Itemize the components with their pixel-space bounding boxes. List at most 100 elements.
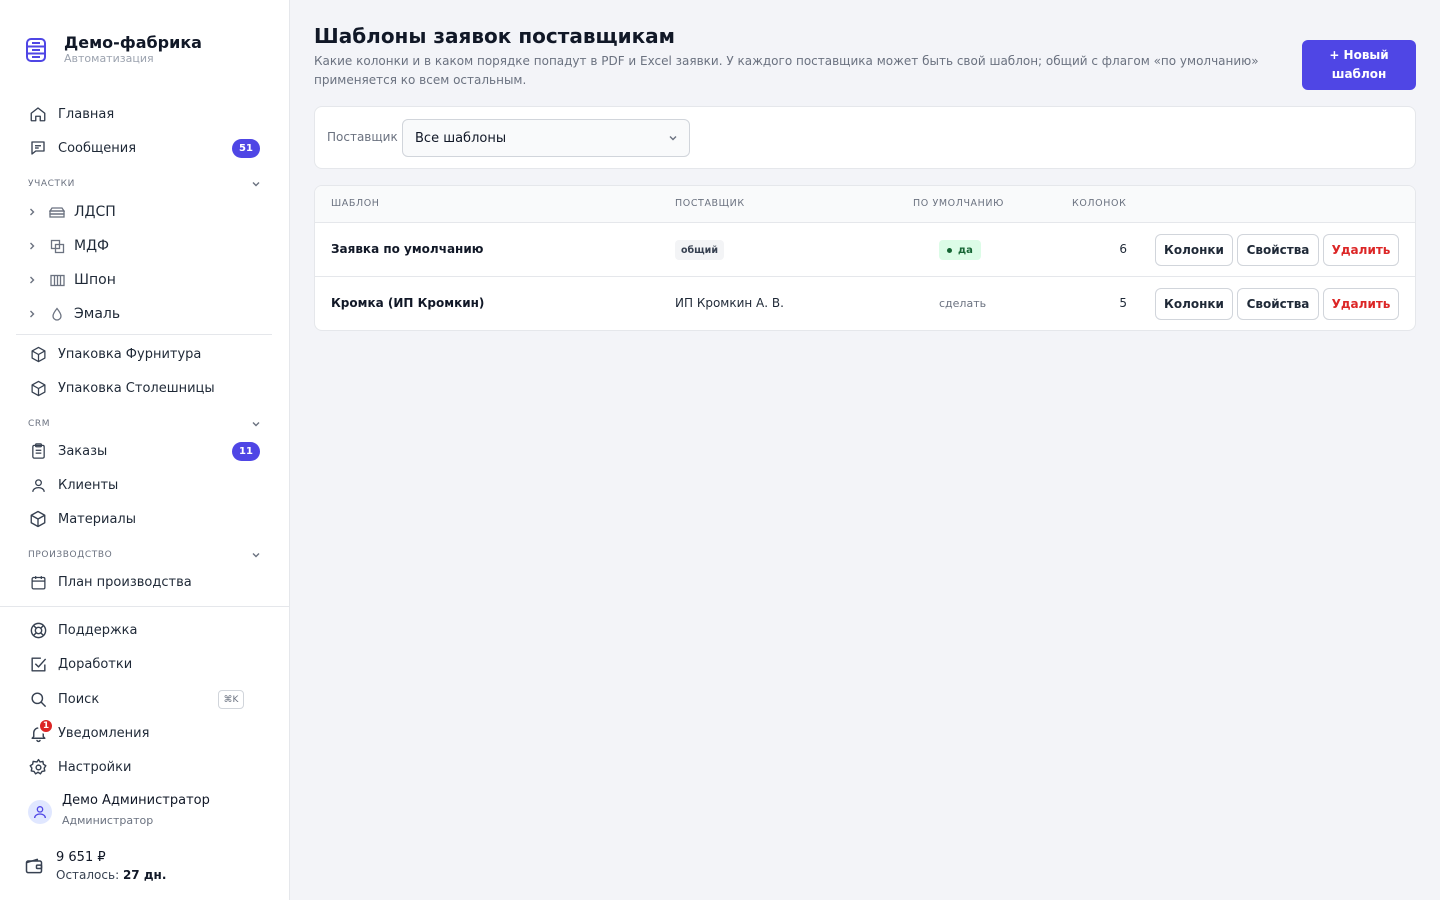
nav-orders-label: Заказы [58, 443, 108, 459]
supplier-filter-select[interactable]: Все шаблоны [402, 119, 690, 157]
notifications-count-badge: 1 [38, 718, 54, 734]
page-description: Какие колонки и в каком порядке попадут … [314, 54, 1259, 87]
balance-remaining: Осталось: 27 дн. [56, 866, 166, 884]
chevron-down-icon [250, 175, 262, 194]
table-row: Заявка по умолчанию общий да 6 Колонки С… [315, 223, 1415, 277]
nav-packaging-hardware[interactable]: Упаковка Фурнитура [16, 338, 272, 370]
orders-count-badge: 11 [232, 442, 260, 461]
properties-button[interactable]: Свойства [1237, 234, 1319, 266]
layers-icon [48, 205, 66, 219]
nav-search-label: Поиск [58, 691, 100, 707]
chevron-right-icon [24, 309, 40, 319]
col-default: ПО УМОЛЧАНИЮ [913, 198, 1004, 209]
template-name: Кромка (ИП Кромкин) [331, 296, 485, 310]
nav-notifications[interactable]: Уведомления [16, 717, 272, 749]
balance[interactable]: 9 651 ₽ Осталось: 27 дн. [24, 850, 166, 884]
chevron-down-icon [250, 415, 262, 434]
balance-amount: 9 651 ₽ [56, 850, 106, 865]
section-areas-toggle[interactable]: УЧАСТКИ [28, 176, 262, 192]
delete-button[interactable]: Удалить [1323, 234, 1399, 266]
area-ldsp-label: ЛДСП [74, 204, 116, 220]
status-dot-icon [947, 247, 952, 253]
chevron-down-icon [667, 132, 679, 148]
user-name: Демо Администратор [62, 793, 210, 808]
search-icon [28, 689, 48, 709]
area-ldsp[interactable]: ЛДСП [24, 196, 272, 228]
brand[interactable]: Демо-фабрика Автоматизация [24, 34, 202, 66]
supplier-name: ИП Кромкин А. В. [675, 296, 784, 310]
col-supplier: ПОСТАВЩИК [675, 198, 745, 209]
section-crm-title: CRM [28, 419, 51, 429]
area-veneer-label: Шпон [74, 272, 116, 288]
checkbox-icon [28, 654, 48, 674]
nav-settings[interactable]: Настройки [16, 751, 272, 783]
brand-subtitle: Автоматизация [64, 52, 154, 65]
lifebuoy-icon [28, 620, 48, 640]
columns-button[interactable]: Колонки [1155, 234, 1233, 266]
server-icon [24, 36, 48, 64]
droplet-icon [48, 307, 66, 321]
table-row: Кромка (ИП Кромкин) ИП Кромкин А. В. сде… [315, 277, 1415, 330]
nav-messages[interactable]: Сообщения 51 [16, 132, 272, 164]
nav-search[interactable]: Поиск ⌘K [16, 683, 272, 715]
calendar-icon [28, 572, 48, 592]
nav-home-label: Главная [58, 106, 115, 122]
filter-card: Поставщик Все шаблоны [314, 106, 1416, 169]
divider [0, 606, 290, 607]
nav-production-plan[interactable]: План производства [16, 566, 272, 598]
nav-clients[interactable]: Клиенты [16, 469, 272, 501]
supplier-filter-value: Все шаблоны [415, 130, 507, 146]
chevron-down-icon [250, 546, 262, 565]
properties-button[interactable]: Свойства [1237, 288, 1319, 320]
messages-count-badge: 51 [232, 139, 260, 158]
balance-remaining-label: Осталось: [56, 868, 120, 882]
chevron-right-icon [24, 241, 40, 251]
template-name: Заявка по умолчанию [331, 242, 484, 256]
nav-materials-label: Материалы [58, 511, 136, 527]
home-icon [28, 104, 48, 124]
veneer-icon [48, 274, 66, 287]
nav-packaging-hardware-label: Упаковка Фурнитура [58, 346, 202, 362]
nav-support[interactable]: Поддержка [16, 614, 272, 646]
nav-packaging-countertops-label: Упаковка Столешницы [58, 380, 215, 396]
user-profile[interactable]: Демо Администратор Администратор [28, 792, 210, 829]
copy-icon [48, 239, 66, 254]
wallet-icon [24, 856, 44, 876]
nav-messages-label: Сообщения [58, 140, 137, 156]
make-default-link[interactable]: сделать [939, 297, 986, 310]
area-enamel[interactable]: Эмаль [24, 298, 272, 330]
nav-improvements[interactable]: Доработки [16, 648, 272, 680]
supplier-common-chip: общий [675, 240, 724, 260]
package-icon [28, 344, 48, 364]
nav-improvements-label: Доработки [58, 656, 133, 672]
nav-orders[interactable]: Заказы 11 [16, 435, 272, 467]
section-production-toggle[interactable]: ПРОИЗВОДСТВО [28, 547, 262, 563]
area-veneer[interactable]: Шпон [24, 264, 272, 296]
default-status-text: да [958, 244, 973, 256]
supplier-filter-label: Поставщик [327, 130, 398, 144]
nav-home[interactable]: Главная [16, 98, 272, 130]
col-columns: КОЛОНОК [1072, 198, 1127, 209]
nav-clients-label: Клиенты [58, 477, 119, 493]
columns-button[interactable]: Колонки [1155, 288, 1233, 320]
new-template-button[interactable]: + Новый шаблон [1302, 40, 1416, 90]
area-mdf-label: МДФ [74, 238, 110, 254]
page-title: Шаблоны заявок поставщикам [314, 24, 676, 48]
nav-materials[interactable]: Материалы [16, 503, 272, 535]
divider [16, 334, 272, 335]
section-crm-toggle[interactable]: CRM [28, 416, 262, 432]
chevron-right-icon [24, 275, 40, 285]
columns-count: 5 [1119, 296, 1127, 310]
nav-support-label: Поддержка [58, 622, 138, 638]
area-mdf[interactable]: МДФ [24, 230, 272, 262]
gear-icon [28, 757, 48, 777]
delete-button[interactable]: Удалить [1323, 288, 1399, 320]
clipboard-icon [28, 441, 48, 461]
sidebar: Демо-фабрика Автоматизация Главная Сообщ… [0, 0, 290, 900]
col-template: ШАБЛОН [331, 198, 380, 209]
package-icon [28, 378, 48, 398]
templates-table: ШАБЛОН ПОСТАВЩИК ПО УМОЛЧАНИЮ КОЛОНОК За… [314, 185, 1416, 331]
nav-packaging-countertops[interactable]: Упаковка Столешницы [16, 372, 272, 404]
chevron-right-icon [24, 207, 40, 217]
section-areas-title: УЧАСТКИ [28, 179, 75, 189]
